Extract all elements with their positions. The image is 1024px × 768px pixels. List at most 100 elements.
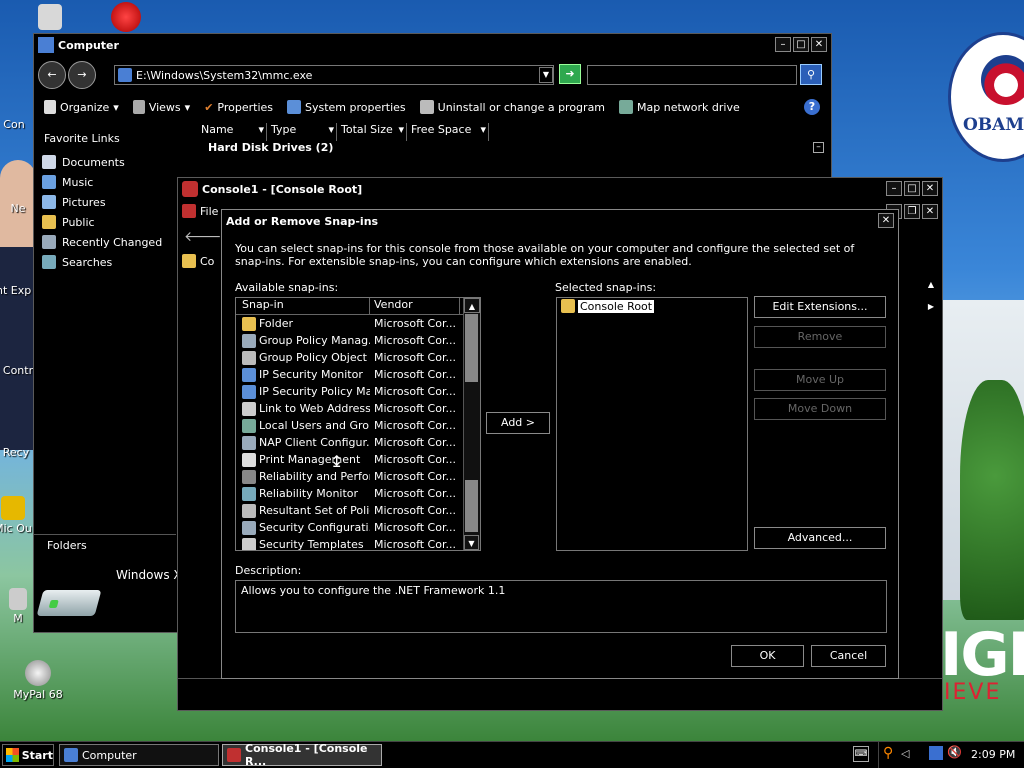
move-down-button[interactable]: Move Down [754,398,886,420]
desktop-icon-ie[interactable]: Int Exp [0,284,36,297]
address-bar[interactable]: E:\Windows\System32\mmc.exe [114,65,554,85]
move-up-button[interactable]: Move Up [754,369,886,391]
snapin-row[interactable]: Group Policy Object ... Microsoft Cor... [236,349,480,366]
scroll-thumb-upper[interactable] [465,314,478,382]
explorer-titlebar[interactable]: Computer [34,34,831,56]
help-icon[interactable]: ? [804,99,820,115]
actions-more-icon[interactable]: ▶ [928,302,934,311]
snapin-row[interactable]: Folder Microsoft Cor... [236,315,480,332]
snapin-icon [242,537,256,550]
desktop-icon-label: Recy [2,446,30,459]
taskbar-item-label: Computer [82,748,137,762]
dialog-titlebar[interactable]: Add or Remove Snap-ins [222,210,898,232]
selected-item-console-root[interactable]: Console Root [557,298,747,314]
search-input[interactable] [587,65,797,85]
add-button[interactable]: Add > [486,412,550,434]
snapin-row[interactable]: Resultant Set of Policy Microsoft Cor... [236,502,480,519]
snapin-row[interactable]: Group Policy Manag... Microsoft Cor... [236,332,480,349]
doc-restore-button[interactable]: ❐ [904,204,920,219]
advanced-button[interactable]: Advanced... [754,527,886,549]
close-button[interactable]: ✕ [922,181,938,196]
column-header-snapin[interactable]: Snap-in [236,298,370,314]
available-scrollbar[interactable]: ▲ ▼ [463,298,480,550]
clock[interactable]: 2:09 PM [971,748,1015,761]
description-box: Allows you to configure the .NET Framewo… [235,580,887,633]
cancel-button[interactable]: Cancel [811,645,886,667]
ok-button[interactable]: OK [731,645,804,667]
column-header-label: Free Space [411,123,472,136]
system-properties-button[interactable]: System properties [287,100,406,114]
favorite-link-documents[interactable]: Documents [36,152,176,172]
properties-button[interactable]: ✔ Properties [204,101,273,114]
start-button[interactable]: Start [2,744,54,766]
column-header-name[interactable]: Name ▾ [197,123,267,141]
snapin-row[interactable]: Link to Web Address Microsoft Cor... [236,400,480,417]
keyboard-icon[interactable]: ⌨ [853,746,869,762]
favorite-link-pictures[interactable]: Pictures [36,192,176,212]
scroll-down-arrow[interactable]: ▼ [464,535,479,550]
menu-file[interactable]: File [200,205,218,218]
snapin-icon [242,333,256,348]
network-icon[interactable] [929,746,943,760]
folders-toggle[interactable]: Folders [47,539,87,552]
favorite-link-public[interactable]: Public [36,212,176,232]
minimize-button[interactable]: – [886,181,902,196]
scroll-thumb-lower[interactable] [465,480,478,532]
favorite-link-searches[interactable]: Searches [36,252,176,272]
views-menu[interactable]: Views ▾ [132,100,190,114]
favorite-link-recently-changed[interactable]: Recently Changed [36,232,176,252]
desktop-icon-mypal[interactable]: MyPal 68 [8,660,68,701]
scroll-up-arrow[interactable]: ▲ [464,298,480,313]
snapin-row[interactable]: Security Configurati... Microsoft Cor... [236,519,480,536]
column-header-total-size[interactable]: Total Size ▾ [337,123,407,141]
column-header-free-space[interactable]: Free Space ▾ [407,123,489,141]
dialog-title: Add or Remove Snap-ins [226,214,379,228]
remove-button[interactable]: Remove [754,326,886,348]
go-button[interactable]: ➜ [559,64,581,84]
snapin-row[interactable]: IP Security Monitor Microsoft Cor... [236,366,480,383]
snapin-row[interactable]: Reliability Monitor Microsoft Cor... [236,485,480,502]
group-header-hard-disk-drives[interactable]: Hard Disk Drives (2) [208,141,333,154]
tree-item-label: Co [200,254,215,268]
desktop-icon-top-2[interactable] [96,2,156,34]
doc-close-button[interactable]: ✕ [922,204,938,219]
snapin-row[interactable]: Security Templates Microsoft Cor... [236,536,480,550]
search-tray-icon[interactable]: ⚲ [883,745,893,761]
column-header-type[interactable]: Type ▾ [267,123,337,141]
explorer-toolbar: Organize ▾ Views ▾ ✔ Properties System pr… [44,97,740,117]
collapse-group-button[interactable]: – [813,142,824,153]
forward-button[interactable]: → [68,61,96,89]
dialog-close-button[interactable]: ✕ [878,213,894,228]
address-dropdown-button[interactable]: ▼ [539,67,553,83]
favorite-link-music[interactable]: Music [36,172,176,192]
mmc-back-button[interactable]: 🡐 [184,228,222,245]
snapin-row[interactable]: Reliability and Perfor... Microsoft Cor..… [236,468,480,485]
snapin-row[interactable]: NAP Client Configur... Microsoft Cor... [236,434,480,451]
search-button[interactable]: ⚲ [800,64,822,85]
drive-icon[interactable] [36,590,102,616]
map-network-drive-button[interactable]: Map network drive [619,100,740,114]
organize-menu[interactable]: Organize ▾ [44,100,119,114]
snapin-row[interactable]: Local Users and Gro... Microsoft Cor... [236,417,480,434]
uninstall-button[interactable]: Uninstall or change a program [419,100,605,114]
minimize-button[interactable]: – [775,37,791,52]
tray-chevron-icon[interactable]: ◁ [901,747,909,760]
available-list-header: Snap-in Vendor [236,298,480,315]
snapin-row[interactable]: IP Security Policy Ma... Microsoft Cor... [236,383,480,400]
desktop-icon-top-1[interactable] [20,4,80,32]
maximize-button[interactable]: □ [904,181,920,196]
mmc-tree-item[interactable]: Co [182,254,214,268]
mmc-titlebar[interactable]: Console1 - [Console Root] [178,178,942,200]
back-button[interactable]: ← [38,61,66,89]
available-snapins-list[interactable]: Snap-in Vendor Folder Microsoft Cor... Gro… [235,297,481,551]
snapin-row[interactable]: Print Management Microsoft Cor... [236,451,480,468]
taskbar-item-computer[interactable]: Computer [59,744,219,766]
taskbar-item-console[interactable]: Console1 - [Console R... [222,742,382,768]
column-header-vendor[interactable]: Vendor [370,298,460,314]
selected-snapins-list[interactable]: Console Root [556,297,748,551]
actions-collapse-icon[interactable]: ▲ [928,280,934,289]
close-button[interactable]: ✕ [811,37,827,52]
edit-extensions-button[interactable]: Edit Extensions... [754,296,886,318]
maximize-button[interactable]: □ [793,37,809,52]
volume-muted-icon[interactable]: 🔇 [947,745,962,759]
